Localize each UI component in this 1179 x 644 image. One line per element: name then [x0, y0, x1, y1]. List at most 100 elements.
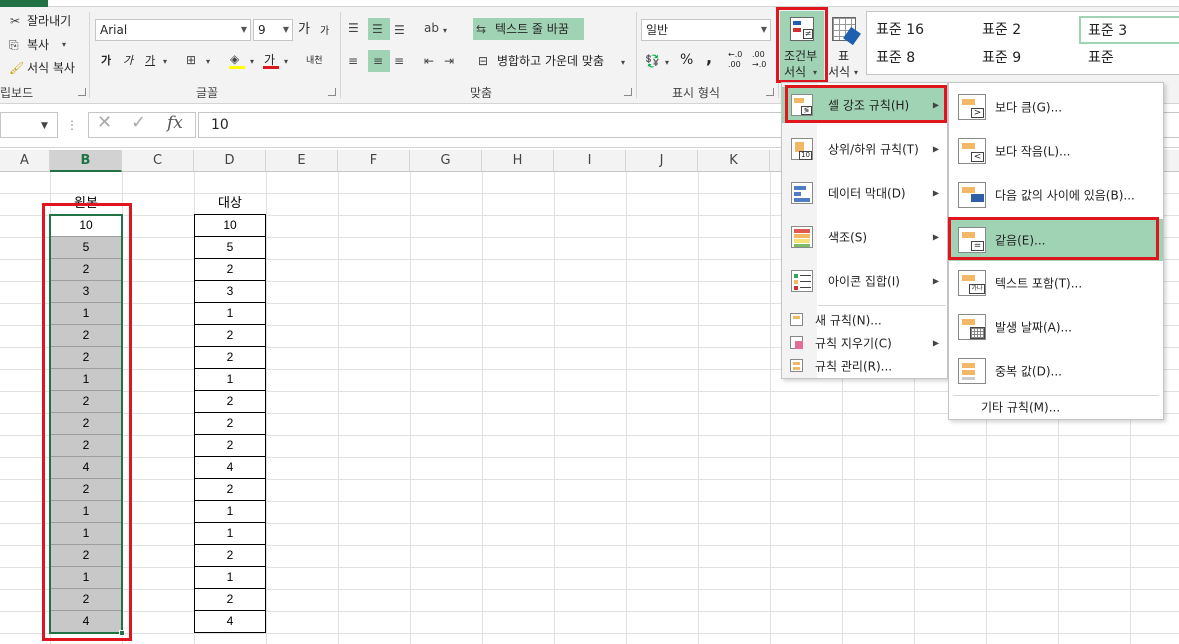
menu-item-new-rule[interactable]: 새 규칙(N)...	[782, 309, 947, 331]
target-cell[interactable]: 4	[194, 457, 266, 479]
gridline	[410, 172, 411, 644]
column-header[interactable]: D	[194, 150, 266, 172]
cell-style-item[interactable]: 표준	[1088, 47, 1114, 67]
menu-item-data-bars[interactable]: 데이터 막대(D) ▶	[782, 175, 947, 211]
phonetic-button[interactable]: 내천	[306, 52, 323, 70]
wrap-text-button[interactable]: ⇆ 텍스트 줄 바꿈	[473, 18, 584, 40]
target-cell[interactable]: 2	[194, 479, 266, 501]
submenu-item-between[interactable]: 다음 값의 사이에 있음(B)...	[949, 173, 1163, 217]
cut-button[interactable]: 잘라내기	[27, 12, 71, 30]
submenu-item-greater-than[interactable]: > 보다 큼(G)...	[949, 85, 1163, 129]
align-left-icon[interactable]: ≡	[348, 53, 358, 69]
cell-style-item[interactable]: 표준 9	[982, 47, 1021, 67]
file-tab[interactable]	[0, 0, 48, 7]
decrease-decimal-button[interactable]: .00 →.0	[752, 50, 770, 70]
cancel-icon[interactable]: ✕	[97, 114, 112, 132]
clipboard-launcher-icon[interactable]	[78, 88, 86, 96]
target-cell[interactable]: 1	[194, 567, 266, 589]
chevron-down-icon: ▾	[163, 57, 168, 66]
increase-indent-icon[interactable]: ⇥	[444, 53, 454, 69]
increase-decimal-button[interactable]: ←.0 .00	[728, 50, 746, 70]
target-cell[interactable]: 3	[194, 281, 266, 303]
between-icon	[958, 182, 986, 208]
bold-button[interactable]: 가	[101, 52, 111, 70]
menu-item-icon-sets[interactable]: 아이콘 집합(I) ▶	[782, 263, 947, 299]
target-cell[interactable]: 1	[194, 303, 266, 325]
target-cell[interactable]: 2	[194, 413, 266, 435]
number-format-combo[interactable]: 일반 ▼	[641, 19, 771, 41]
submenu-item-more-rules[interactable]: 기타 규칙(M)...	[949, 396, 1163, 418]
orientation-icon[interactable]: ab	[424, 20, 439, 36]
column-header[interactable]: G	[410, 150, 482, 172]
column-header[interactable]: A	[0, 150, 50, 172]
cell-style-selected[interactable]: 표준 3	[1079, 16, 1179, 44]
target-cell[interactable]: 4	[194, 611, 266, 633]
target-cell[interactable]: 1	[194, 501, 266, 523]
align-middle-button[interactable]: ☰	[368, 18, 390, 40]
column-header[interactable]: K	[698, 150, 770, 172]
italic-button[interactable]: 가	[123, 52, 133, 70]
comma-button[interactable]: ,	[706, 49, 712, 67]
target-header[interactable]: 대상	[194, 193, 266, 215]
align-bottom-icon[interactable]: ☰	[394, 22, 405, 38]
icon-part	[794, 234, 810, 238]
align-top-icon[interactable]: ☰	[348, 20, 359, 36]
target-cell[interactable]: 1	[194, 369, 266, 391]
cell-style-item[interactable]: 표준 8	[876, 47, 915, 67]
percent-button[interactable]: %	[680, 51, 693, 69]
borders-icon[interactable]: ⊞	[186, 52, 196, 68]
column-header[interactable]: H	[482, 150, 554, 172]
menu-item-manage-rules[interactable]: 규칙 관리(R)...	[782, 355, 947, 377]
align-center-button[interactable]: ≡	[368, 50, 390, 72]
target-cell[interactable]: 2	[194, 589, 266, 611]
submenu-item-text-contains[interactable]: 가나 텍스트 포함(T)...	[949, 261, 1163, 305]
alignment-launcher-icon[interactable]	[624, 88, 632, 96]
target-cell[interactable]: 2	[194, 545, 266, 567]
align-right-icon[interactable]: ≡	[394, 53, 404, 69]
target-cell[interactable]: 1	[194, 523, 266, 545]
merge-center-button[interactable]: 병합하고 가운데 맞춤	[497, 52, 604, 70]
target-cell[interactable]: 2	[194, 435, 266, 457]
column-header[interactable]: J	[626, 150, 698, 172]
insert-function-icon[interactable]: fx	[167, 115, 183, 132]
format-painter-button[interactable]: 서식 복사	[27, 59, 75, 77]
name-box[interactable]: ▼	[0, 112, 58, 138]
chevron-down-icon: ▾	[621, 58, 626, 67]
target-cell[interactable]: 2	[194, 325, 266, 347]
target-cell[interactable]: 2	[194, 347, 266, 369]
submenu-item-duplicate-values[interactable]: 중복 값(D)...	[949, 349, 1163, 393]
column-header[interactable]: C	[122, 150, 194, 172]
submenu-item-less-than[interactable]: < 보다 작음(L)...	[949, 129, 1163, 173]
menu-item-clear-rules[interactable]: 규칙 지우기(C) ▶	[782, 332, 947, 354]
target-cell[interactable]: 10	[194, 215, 266, 237]
cell-style-item[interactable]: 표준 16	[876, 19, 924, 39]
column-header[interactable]: I	[554, 150, 626, 172]
target-cell[interactable]: 5	[194, 237, 266, 259]
target-cell[interactable]: 2	[194, 259, 266, 281]
accounting-format-icon[interactable]: 💱	[645, 53, 660, 69]
shrink-font-button[interactable]: 가	[320, 23, 329, 41]
submenu-item-date-occurring[interactable]: 발생 날짜(A)...	[949, 305, 1163, 349]
grow-font-button[interactable]: 가	[298, 21, 310, 39]
enter-icon[interactable]: ✓	[131, 114, 146, 132]
column-header-selected[interactable]: B	[50, 150, 122, 172]
menu-item-top-bottom-rules[interactable]: 10 상위/하위 규칙(T) ▶	[782, 131, 947, 167]
copy-button[interactable]: 복사	[27, 36, 49, 54]
column-header[interactable]: F	[338, 150, 410, 172]
group-divider	[89, 12, 90, 98]
font-size-combo[interactable]: 9 ▼	[253, 19, 293, 41]
underline-button[interactable]: 가	[145, 52, 155, 70]
cell-style-item[interactable]: 표준 2	[982, 19, 1021, 39]
font-launcher-icon[interactable]	[328, 88, 336, 96]
decrease-indent-icon[interactable]: ⇤	[424, 53, 434, 69]
fill-color-icon[interactable]: ◈	[230, 51, 239, 67]
column-header[interactable]: E	[266, 150, 338, 172]
menu-item-color-scales[interactable]: 색조(S) ▶	[782, 219, 947, 255]
icon-part	[794, 186, 806, 190]
font-name-combo[interactable]: Arial ▼	[95, 19, 251, 41]
format-as-table-button[interactable]: 표 서식 ▾	[828, 11, 864, 81]
menu-item-label: 데이터 막대(D)	[828, 186, 906, 201]
number-launcher-icon[interactable]	[766, 88, 774, 96]
target-cell[interactable]: 2	[194, 391, 266, 413]
submenu-item-label: 기타 규칙(M)...	[981, 400, 1061, 415]
